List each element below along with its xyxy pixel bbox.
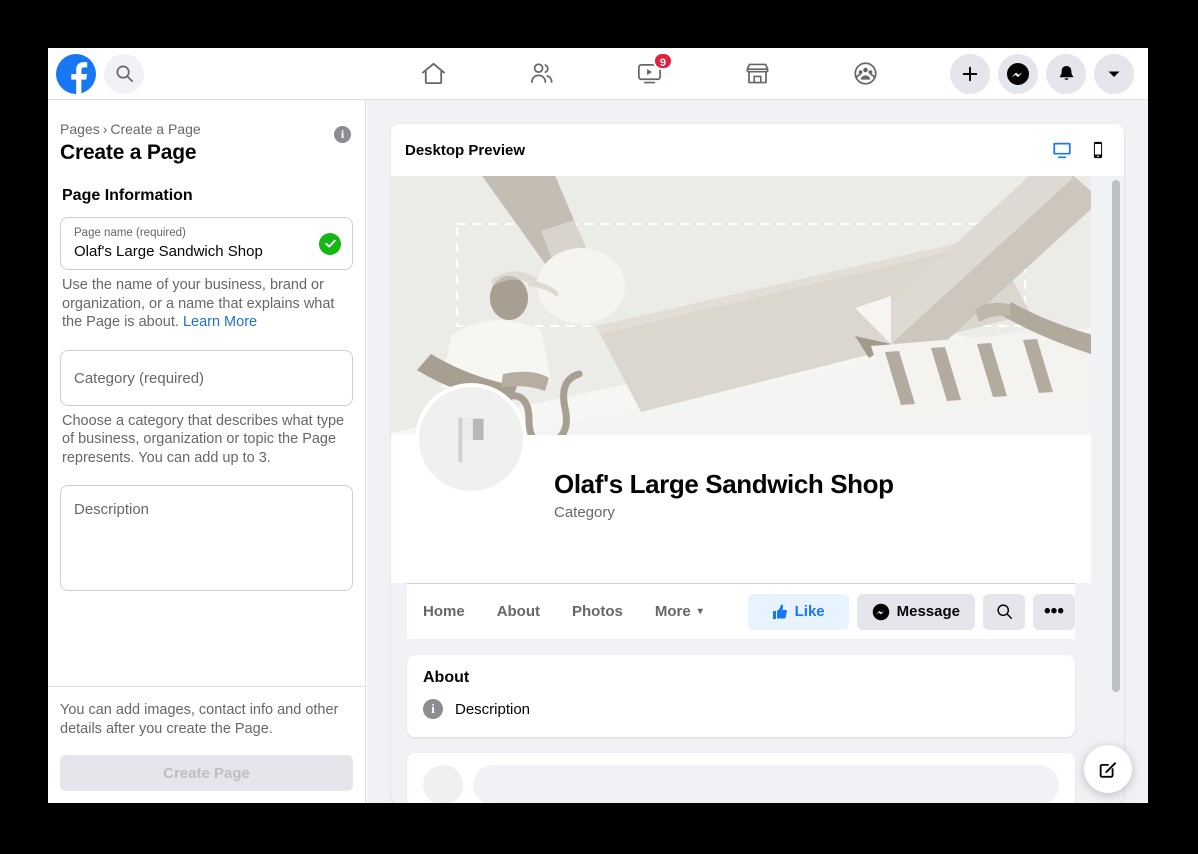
page-tab-about-label: About — [496, 603, 541, 620]
description-placeholder: Description — [74, 501, 150, 518]
preview-area: Desktop Preview Olaf's Large Sandwich Sh… — [367, 100, 1148, 803]
watch-badge-count: 9 — [652, 51, 673, 70]
nav-tab-groups[interactable] — [811, 50, 919, 98]
preview-page-category: Category — [554, 504, 615, 521]
page-search-button[interactable] — [983, 593, 1025, 630]
avatar[interactable] — [415, 383, 527, 495]
page-tab-home-label: Home — [423, 603, 465, 620]
nav-right-actions — [950, 53, 1148, 94]
section-title-page-information: Page Information — [62, 187, 193, 204]
page-more-options-button[interactable]: ••• — [1033, 593, 1075, 630]
page-identity-section: Olaf's Large Sandwich Shop Category — [391, 383, 1091, 583]
category-field[interactable]: Category (required) — [60, 349, 353, 406]
compose-button[interactable] — [1084, 745, 1132, 793]
messenger-icon — [1007, 62, 1029, 85]
messenger-icon — [872, 603, 889, 620]
breadcrumb-root[interactable]: Pages — [60, 121, 100, 137]
search-icon — [996, 604, 1012, 620]
preview-page-name: Olaf's Large Sandwich Shop — [554, 469, 894, 499]
page-tab-more-label: More — [654, 603, 691, 620]
nav-tab-home[interactable] — [379, 50, 487, 98]
breadcrumb: Pages › Create a Page — [60, 120, 353, 138]
create-post-card[interactable] — [407, 753, 1075, 803]
page-name-input[interactable]: Olaf's Large Sandwich Shop — [74, 241, 312, 262]
nav-center-tabs: 9 — [348, 50, 950, 98]
home-icon — [421, 62, 445, 85]
nav-tab-watch[interactable]: 9 — [595, 50, 703, 98]
page-name-helper: Use the name of your business, brand or … — [62, 276, 351, 332]
page-identity-text: Olaf's Large Sandwich Shop Category — [554, 469, 894, 521]
page-nav-tabs: Home About Photos More ▾ Like Message ••… — [407, 583, 1075, 639]
page-name-field[interactable]: Page name (required) Olaf's Large Sandwi… — [60, 217, 353, 270]
ellipsis-icon: ••• — [1044, 600, 1064, 622]
page-tab-photos[interactable]: Photos — [556, 594, 639, 630]
nav-left-group — [48, 53, 348, 94]
preview-scrollbar-thumb[interactable] — [1112, 180, 1120, 692]
flag-placeholder-icon — [458, 417, 484, 463]
facebook-logo[interactable] — [56, 53, 96, 94]
post-composer-input[interactable] — [473, 765, 1059, 803]
like-button-label: Like — [794, 603, 825, 620]
mobile-phone-icon[interactable] — [1088, 140, 1108, 160]
preview-view-toggle — [1052, 140, 1108, 160]
category-placeholder: Category (required) — [74, 369, 205, 387]
description-field[interactable]: Description — [60, 485, 353, 591]
sidebar-header: Pages › Create a Page Create a Page i — [48, 100, 365, 165]
search-button[interactable] — [104, 53, 144, 94]
valid-check-icon — [319, 232, 341, 255]
previewed-facebook-page: Olaf's Large Sandwich Shop Category Home… — [391, 176, 1091, 803]
groups-icon — [853, 62, 877, 85]
page-tab-more[interactable]: More ▾ — [639, 594, 719, 630]
message-button-label: Message — [896, 603, 960, 620]
marketplace-shop-icon — [745, 63, 769, 84]
nav-tab-friends[interactable] — [487, 50, 595, 98]
facebook-window: 9 Pages › Create a Page Create a Page i … — [48, 48, 1148, 803]
page-feed: About i Description — [391, 639, 1091, 803]
create-page-button[interactable]: Create Page — [60, 755, 353, 791]
messenger-button[interactable] — [998, 53, 1038, 94]
page-tab-photos-label: Photos — [572, 603, 623, 620]
plus-icon — [962, 66, 978, 81]
create-page-sidebar: Pages › Create a Page Create a Page i Page… — [48, 100, 366, 803]
chevron-down-icon: ▾ — [697, 606, 703, 617]
thumbs-up-icon — [772, 604, 787, 619]
top-navigation-bar: 9 — [48, 48, 1148, 100]
friends-icon — [530, 63, 553, 84]
page-title: Create a Page — [60, 141, 197, 164]
about-description-row: i Description — [423, 699, 1059, 719]
page-tab-home[interactable]: Home — [407, 594, 481, 630]
chevron-down-icon — [1108, 71, 1120, 77]
learn-more-link[interactable]: Learn More — [183, 314, 257, 330]
preview-header: Desktop Preview — [391, 124, 1124, 176]
page-name-label: Page name (required) — [74, 227, 186, 239]
breadcrumb-current: Create a Page — [110, 121, 201, 137]
sidebar-form: Page Information Page name (required) Ol… — [48, 165, 365, 686]
about-description-text: Description — [455, 700, 531, 718]
desktop-preview-card: Desktop Preview Olaf's Large Sandwich Sh… — [391, 124, 1124, 803]
preview-viewport: Olaf's Large Sandwich Shop Category Home… — [391, 176, 1124, 803]
about-card-title: About — [423, 669, 470, 686]
category-helper: Choose a category that describes what ty… — [62, 412, 345, 466]
info-icon: i — [423, 699, 443, 719]
create-button[interactable] — [950, 53, 990, 94]
bell-icon — [1059, 65, 1073, 80]
post-composer-avatar — [423, 765, 463, 803]
account-menu-button[interactable] — [1094, 53, 1134, 94]
nav-tab-marketplace[interactable] — [703, 50, 811, 98]
search-icon — [116, 65, 133, 82]
notifications-button[interactable] — [1046, 53, 1086, 94]
message-button[interactable]: Message — [856, 593, 975, 630]
desktop-monitor-icon[interactable] — [1052, 140, 1072, 160]
compose-edit-icon — [1099, 762, 1117, 778]
sidebar-footer: You can add images, contact info and oth… — [48, 686, 365, 803]
about-card: About i Description — [407, 655, 1075, 737]
like-button[interactable]: Like — [747, 593, 849, 630]
footer-note: You can add images, contact info and oth… — [60, 702, 339, 737]
info-icon[interactable]: i — [334, 126, 351, 143]
page-tab-about[interactable]: About — [481, 594, 556, 630]
breadcrumb-separator: › — [102, 121, 108, 137]
preview-title: Desktop Preview — [405, 141, 526, 159]
